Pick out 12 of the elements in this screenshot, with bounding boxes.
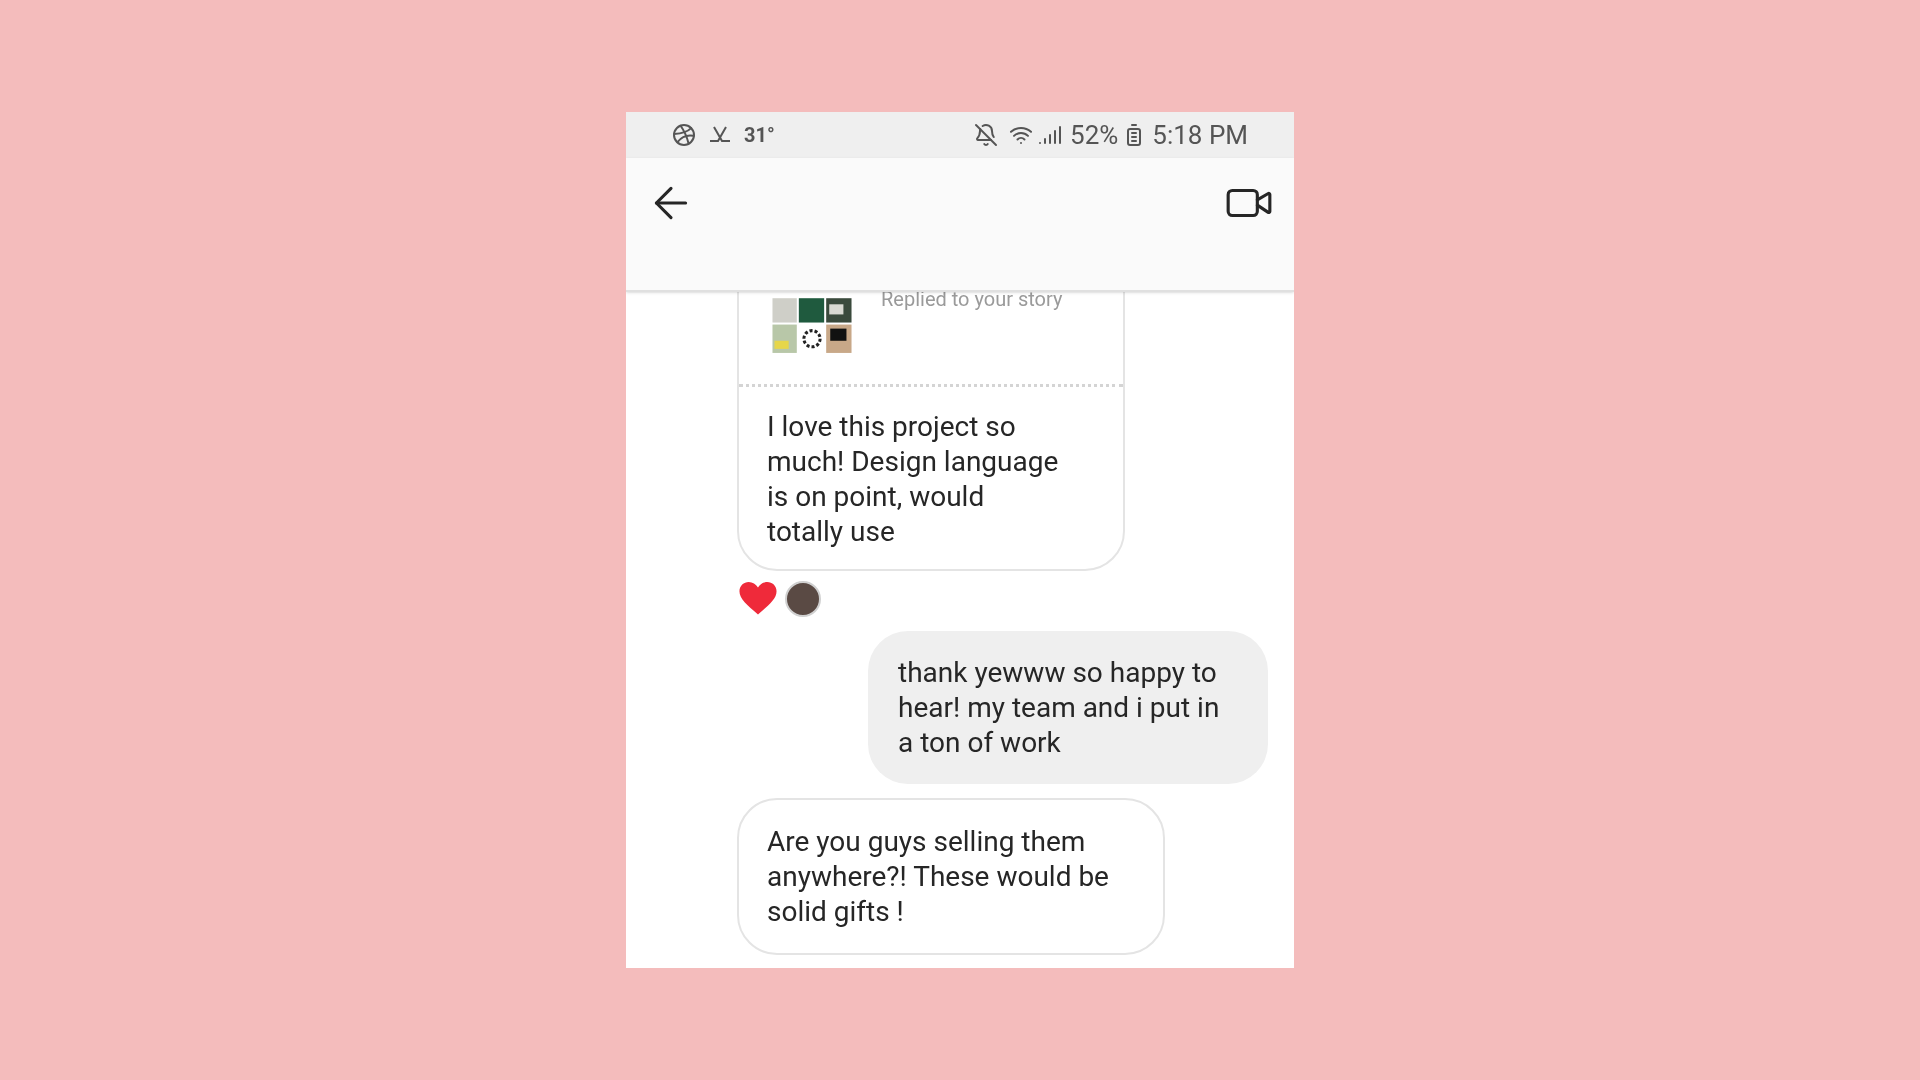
message-text: Are you guys selling them anywhere?! These would be solid gifts ! bbox=[767, 824, 1110, 929]
avatar bbox=[785, 581, 821, 617]
temperature: 31° bbox=[744, 122, 775, 149]
heart-icon bbox=[739, 582, 777, 616]
signal-icon bbox=[1038, 123, 1063, 147]
clock: 5:18 PM bbox=[1152, 118, 1248, 152]
basketball-icon bbox=[672, 123, 696, 147]
mute-icon bbox=[974, 123, 999, 147]
message-text: I love this project so much! Design language is on point, would totally use bbox=[767, 409, 1060, 549]
hockey-stick-icon bbox=[708, 125, 732, 145]
message-text: thank yewww so happy to hear! my team and i put in a ton of work bbox=[898, 655, 1221, 760]
battery-percent: 52% bbox=[1070, 118, 1119, 152]
